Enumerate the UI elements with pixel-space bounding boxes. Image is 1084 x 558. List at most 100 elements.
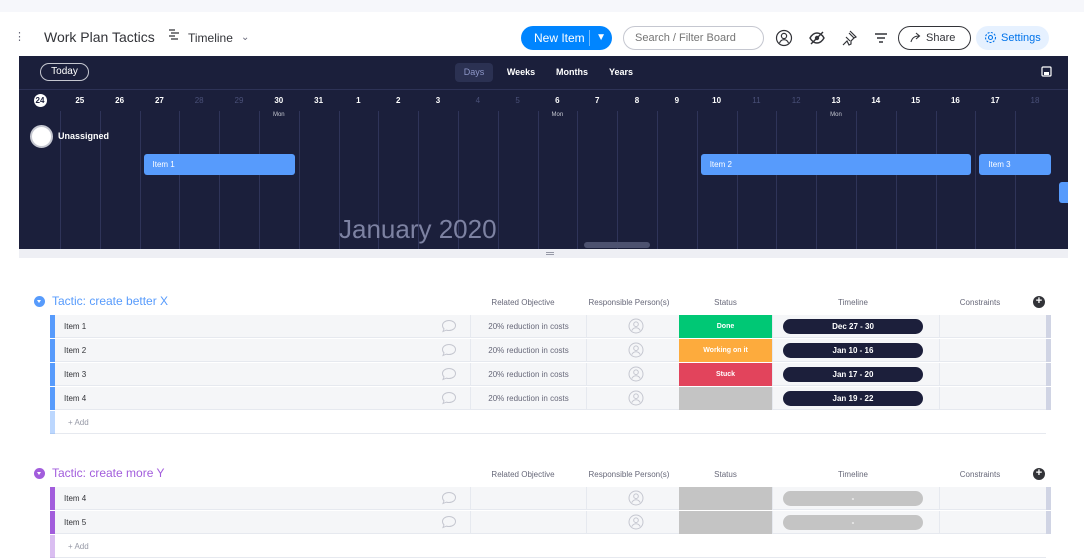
responsible-person-cell[interactable] [586, 387, 679, 410]
comment-bubble-icon[interactable] [441, 391, 457, 410]
group-collapse-icon[interactable] [34, 468, 45, 479]
comment-bubble-icon[interactable] [441, 367, 457, 386]
timeline-cell[interactable]: Jan 10 - 16 [772, 339, 939, 362]
timeline-pill[interactable]: Jan 17 - 20 [783, 367, 923, 382]
status-cell[interactable]: Done [679, 315, 772, 338]
timeline-item-bar[interactable]: Item 2 [700, 154, 972, 175]
timeline-cell[interactable]: Dec 27 - 30 [772, 315, 939, 338]
related-objective-cell[interactable]: 20% reduction in costs [470, 363, 586, 386]
timeline-pill[interactable]: Jan 10 - 16 [783, 343, 923, 358]
share-button[interactable]: Share [898, 26, 971, 50]
zoom-days-button[interactable]: Days [455, 63, 493, 82]
add-item-row[interactable]: + Add [50, 411, 1046, 434]
related-objective-cell[interactable] [470, 487, 586, 510]
column-header[interactable]: Related Objective [470, 298, 576, 307]
constraints-cell[interactable] [939, 387, 1046, 410]
column-header[interactable]: Timeline [772, 470, 934, 479]
filter-icon[interactable] [872, 29, 890, 47]
chevron-down-icon[interactable]: ▼ [596, 26, 606, 50]
column-header[interactable]: Status [679, 298, 772, 307]
responsible-person-cell[interactable] [586, 339, 679, 362]
group-title[interactable]: Tactic: create better X [52, 294, 168, 308]
item-name[interactable]: Item 2 [64, 346, 86, 355]
comment-bubble-icon[interactable] [441, 515, 457, 534]
table-row[interactable]: Item 4 - [50, 487, 1051, 510]
add-item-label[interactable]: + Add [68, 418, 89, 427]
column-header[interactable]: Status [679, 470, 772, 479]
comment-bubble-icon[interactable] [441, 319, 457, 338]
day-label: 11 [752, 96, 761, 105]
constraints-cell[interactable] [939, 363, 1046, 386]
board-title[interactable]: Work Plan Tactics [44, 29, 155, 45]
zoom-months-button[interactable]: Months [551, 63, 593, 82]
column-header[interactable]: Responsible Person(s) [576, 298, 682, 307]
table-row[interactable]: Item 2 20% reduction in costs Working on i… [50, 339, 1051, 362]
timeline-cell[interactable]: - [772, 511, 939, 534]
add-column-button[interactable]: + [1033, 296, 1045, 308]
item-name[interactable]: Item 4 [64, 494, 86, 503]
table-row[interactable]: Item 3 20% reduction in costs Stuck Jan 17 … [50, 363, 1051, 386]
item-name[interactable]: Item 4 [64, 394, 86, 403]
column-header[interactable]: Related Objective [470, 470, 576, 479]
status-cell[interactable] [679, 487, 772, 510]
save-icon[interactable] [1041, 66, 1052, 77]
settings-button[interactable]: Settings [976, 26, 1049, 50]
group-title[interactable]: Tactic: create more Y [52, 466, 165, 480]
responsible-person-cell[interactable] [586, 363, 679, 386]
constraints-cell[interactable] [939, 339, 1046, 362]
related-objective-cell[interactable]: 20% reduction in costs [470, 339, 586, 362]
timeline-scrollbar[interactable] [584, 242, 650, 248]
responsible-person-cell[interactable] [586, 511, 679, 534]
column-header[interactable]: Timeline [772, 298, 934, 307]
table-row[interactable]: Item 5 - [50, 511, 1051, 534]
related-objective-cell[interactable] [470, 511, 586, 534]
status-cell[interactable] [679, 387, 772, 410]
responsible-person-cell[interactable] [586, 315, 679, 338]
constraints-cell[interactable] [939, 511, 1046, 534]
timeline-pill[interactable]: - [783, 515, 923, 530]
timeline-pill[interactable]: Dec 27 - 30 [783, 319, 923, 334]
add-column-button[interactable]: + [1033, 468, 1045, 480]
search-input[interactable] [623, 26, 764, 50]
status-cell[interactable] [679, 511, 772, 534]
timeline-item-bar[interactable]: Item 1 [143, 154, 295, 175]
status-cell[interactable]: Stuck [679, 363, 772, 386]
collapse-icon[interactable]: ⋮ [14, 30, 25, 43]
constraints-cell[interactable] [939, 487, 1046, 510]
add-item-row[interactable]: + Add [50, 535, 1046, 558]
related-objective-cell[interactable]: 20% reduction in costs [470, 387, 586, 410]
pin-icon[interactable] [840, 29, 858, 47]
column-header[interactable]: Constraints [940, 298, 1020, 307]
table-row[interactable]: Item 4 20% reduction in costs Jan 19 - 22 [50, 387, 1051, 410]
related-objective-cell[interactable]: 20% reduction in costs [470, 315, 586, 338]
group-collapse-icon[interactable] [34, 296, 45, 307]
timeline-item-bar[interactable] [1058, 182, 1068, 203]
zoom-years-button[interactable]: Years [603, 63, 639, 82]
timeline-pill[interactable]: Jan 19 - 22 [783, 391, 923, 406]
timeline-cell[interactable]: - [772, 487, 939, 510]
comment-bubble-icon[interactable] [441, 491, 457, 510]
responsible-person-cell[interactable] [586, 487, 679, 510]
timeline-pill[interactable]: - [783, 491, 923, 506]
add-item-label[interactable]: + Add [68, 542, 89, 551]
status-cell[interactable]: Working on it [679, 339, 772, 362]
view-selector[interactable]: Timeline [188, 31, 233, 45]
constraints-cell[interactable] [939, 315, 1046, 338]
table-row[interactable]: Item 1 20% reduction in costs Done Dec 27 -… [50, 315, 1051, 338]
hide-eye-icon[interactable] [808, 29, 826, 47]
item-name[interactable]: Item 1 [64, 322, 86, 331]
person-filter-icon[interactable] [775, 29, 793, 47]
zoom-weeks-button[interactable]: Weeks [503, 63, 539, 82]
item-name[interactable]: Item 5 [64, 518, 86, 527]
today-button[interactable]: Today [40, 63, 89, 81]
column-header[interactable]: Responsible Person(s) [576, 470, 682, 479]
item-name[interactable]: Item 3 [64, 370, 86, 379]
timeline-item-bar[interactable]: Item 3 [979, 154, 1051, 175]
column-header[interactable]: Constraints [940, 470, 1020, 479]
panel-resize-handle[interactable] [19, 249, 1068, 258]
chevron-down-icon[interactable]: ⌄ [241, 32, 249, 43]
timeline-cell[interactable]: Jan 19 - 22 [772, 387, 939, 410]
timeline-cell[interactable]: Jan 17 - 20 [772, 363, 939, 386]
new-item-button[interactable]: New Item ▼ [521, 26, 612, 50]
comment-bubble-icon[interactable] [441, 343, 457, 362]
